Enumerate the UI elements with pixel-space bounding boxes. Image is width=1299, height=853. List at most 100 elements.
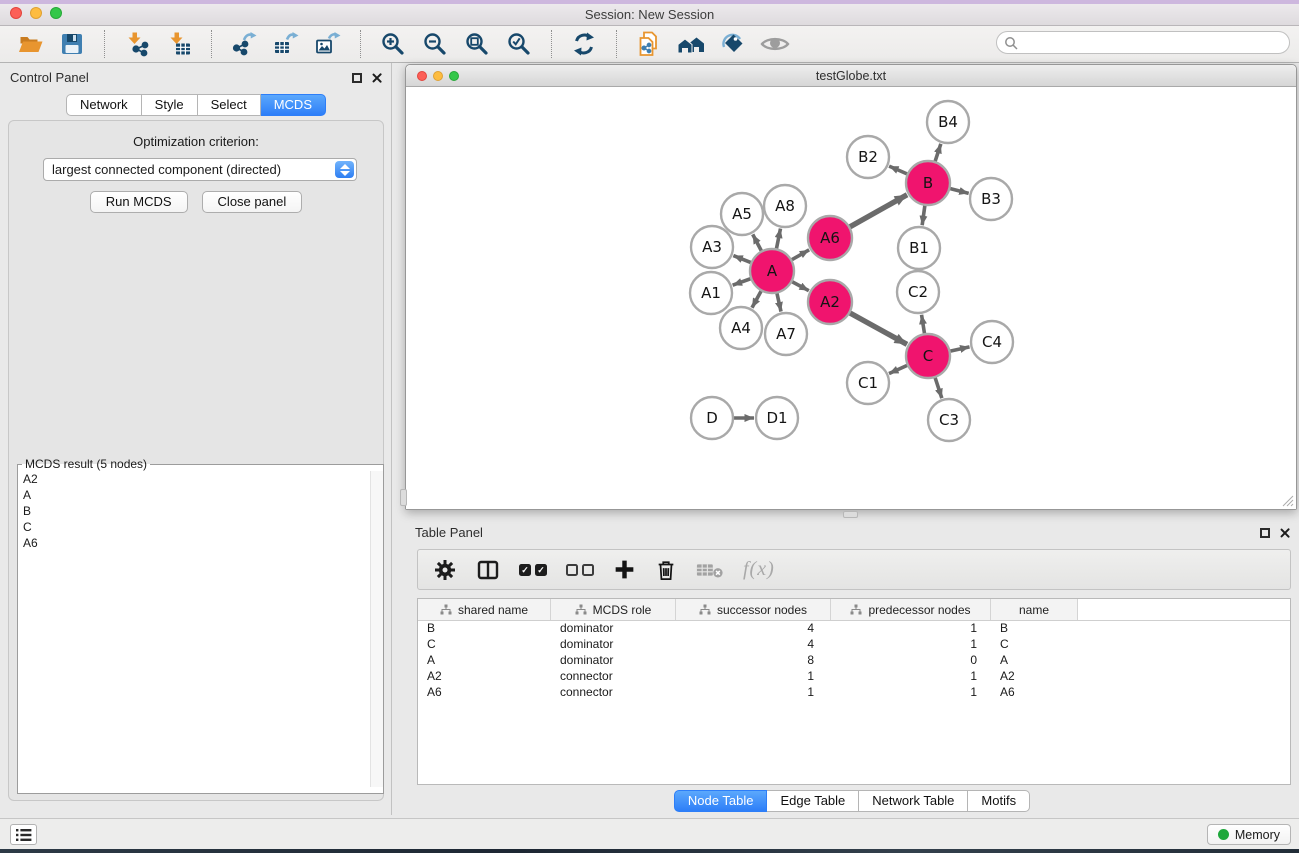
table-cell[interactable]: 4	[676, 621, 831, 637]
table-row[interactable]: Bdominator41B	[418, 621, 1290, 637]
network-window-titlebar[interactable]: testGlobe.txt	[406, 65, 1296, 87]
edge-B-B2[interactable]	[889, 166, 909, 175]
node-A1[interactable]: A1	[690, 272, 732, 314]
tab-motifs[interactable]: Motifs	[968, 790, 1030, 812]
select-all-columns-button[interactable]: ✓ ✓	[519, 556, 547, 584]
tab-select[interactable]: Select	[198, 94, 261, 116]
table-cell[interactable]: B	[991, 621, 1078, 637]
node-C2[interactable]: C2	[897, 271, 939, 313]
node-A[interactable]: A	[750, 249, 794, 293]
column-header-shared-name[interactable]: shared name	[418, 599, 551, 620]
deselect-all-columns-button[interactable]	[566, 556, 594, 584]
table-cell[interactable]: A	[418, 653, 551, 669]
table-cell[interactable]: 1	[831, 637, 991, 653]
edge-A-A2[interactable]	[791, 281, 809, 291]
tab-mcds[interactable]: MCDS	[261, 94, 326, 116]
table-cell[interactable]: A6	[991, 685, 1078, 701]
save-session-button[interactable]	[56, 29, 88, 59]
function-builder-button[interactable]: f(x)	[743, 556, 775, 584]
add-column-button[interactable]	[613, 556, 636, 584]
node-B4[interactable]: B4	[927, 101, 969, 143]
export-image-button[interactable]	[312, 29, 344, 59]
edge-A-A8[interactable]	[776, 229, 780, 251]
search-box[interactable]	[996, 31, 1290, 54]
zoom-fit-content-button[interactable]	[461, 29, 493, 59]
mcds-result-item[interactable]: C	[18, 519, 383, 535]
show-columns-button[interactable]	[476, 556, 500, 584]
delete-table-button[interactable]	[696, 556, 724, 584]
mcds-result-item[interactable]: A2	[18, 471, 383, 487]
edge-A-A4[interactable]	[752, 289, 762, 307]
table-cell[interactable]: C	[418, 637, 551, 653]
node-C3[interactable]: C3	[928, 399, 970, 441]
edge-A-A1[interactable]	[733, 278, 753, 285]
show-hide-graphics-button[interactable]	[759, 29, 791, 59]
table-cell[interactable]: connector	[551, 669, 676, 685]
table-cell[interactable]: B	[418, 621, 551, 637]
table-row[interactable]: Adominator80A	[418, 653, 1290, 669]
edge-A2-C[interactable]	[848, 312, 907, 344]
column-header-predecessor-nodes[interactable]: predecessor nodes	[831, 599, 991, 620]
refresh-button[interactable]	[568, 29, 600, 59]
node-B3[interactable]: B3	[970, 178, 1012, 220]
node-A6[interactable]: A6	[808, 216, 852, 260]
node-B2[interactable]: B2	[847, 136, 889, 178]
close-panel-button[interactable]: Close panel	[202, 191, 303, 213]
node-A3[interactable]: A3	[691, 226, 733, 268]
table-cell[interactable]: 1	[831, 669, 991, 685]
table-cell[interactable]: A2	[991, 669, 1078, 685]
node-C4[interactable]: C4	[971, 321, 1013, 363]
node-A2[interactable]: A2	[808, 280, 852, 324]
delete-column-button[interactable]	[655, 556, 677, 584]
result-scrollbar[interactable]	[370, 471, 383, 787]
tab-network-table[interactable]: Network Table	[859, 790, 968, 812]
column-header-successor-nodes[interactable]: successor nodes	[676, 599, 831, 620]
float-panel-icon[interactable]	[1260, 528, 1270, 538]
table-cell[interactable]: dominator	[551, 653, 676, 669]
close-panel-icon[interactable]	[1279, 527, 1291, 539]
node-C1[interactable]: C1	[847, 362, 889, 404]
node-A5[interactable]: A5	[721, 193, 763, 235]
import-table-button[interactable]	[163, 29, 195, 59]
resize-grip-icon[interactable]	[1281, 494, 1294, 507]
search-input[interactable]	[1023, 34, 1289, 52]
edge-B-B1[interactable]	[922, 204, 925, 225]
tab-node-table[interactable]: Node Table	[674, 790, 768, 812]
edge-C-C1[interactable]	[889, 365, 909, 374]
edge-C-C3[interactable]	[935, 376, 942, 398]
node-C[interactable]: C	[906, 334, 950, 378]
table-cell[interactable]: C	[991, 637, 1078, 653]
table-cell[interactable]: dominator	[551, 621, 676, 637]
memory-button[interactable]: Memory	[1207, 824, 1291, 845]
export-network-button[interactable]	[228, 29, 260, 59]
table-row[interactable]: A6connector11A6	[418, 685, 1290, 701]
mcds-result-item[interactable]: A6	[18, 535, 383, 551]
table-cell[interactable]: 4	[676, 637, 831, 653]
tab-style[interactable]: Style	[142, 94, 198, 116]
import-network-button[interactable]	[121, 29, 153, 59]
zoom-selected-button[interactable]	[503, 29, 535, 59]
table-row[interactable]: Cdominator41C	[418, 637, 1290, 653]
criterion-select[interactable]: largest connected component (directed)	[43, 158, 357, 181]
duplicate-network-button[interactable]	[633, 29, 665, 59]
edge-A-A3[interactable]	[733, 256, 752, 264]
node-B[interactable]: B	[906, 161, 950, 205]
show-hide-labels-button[interactable]	[717, 29, 749, 59]
table-cell[interactable]: A2	[418, 669, 551, 685]
table-cell[interactable]: 1	[676, 685, 831, 701]
table-settings-button[interactable]	[433, 556, 457, 584]
tab-network[interactable]: Network	[66, 94, 142, 116]
panel-splitter-handle[interactable]	[843, 511, 858, 518]
table-cell[interactable]: 0	[831, 653, 991, 669]
column-header-name[interactable]: name	[991, 599, 1078, 620]
table-cell[interactable]: dominator	[551, 637, 676, 653]
float-panel-icon[interactable]	[352, 73, 362, 83]
edge-A-A6[interactable]	[790, 250, 809, 261]
table-cell[interactable]: A	[991, 653, 1078, 669]
edge-A-A7[interactable]	[777, 291, 781, 311]
panel-splitter-handle[interactable]	[400, 489, 407, 506]
table-row[interactable]: A2connector11A2	[418, 669, 1290, 685]
zoom-in-button[interactable]	[377, 29, 409, 59]
network-canvas[interactable]: B4B2BB3A8A5A6A3B1AA1C2A2A4A7C4CC1DC3D1	[406, 87, 1296, 509]
table-cell[interactable]: 1	[676, 669, 831, 685]
